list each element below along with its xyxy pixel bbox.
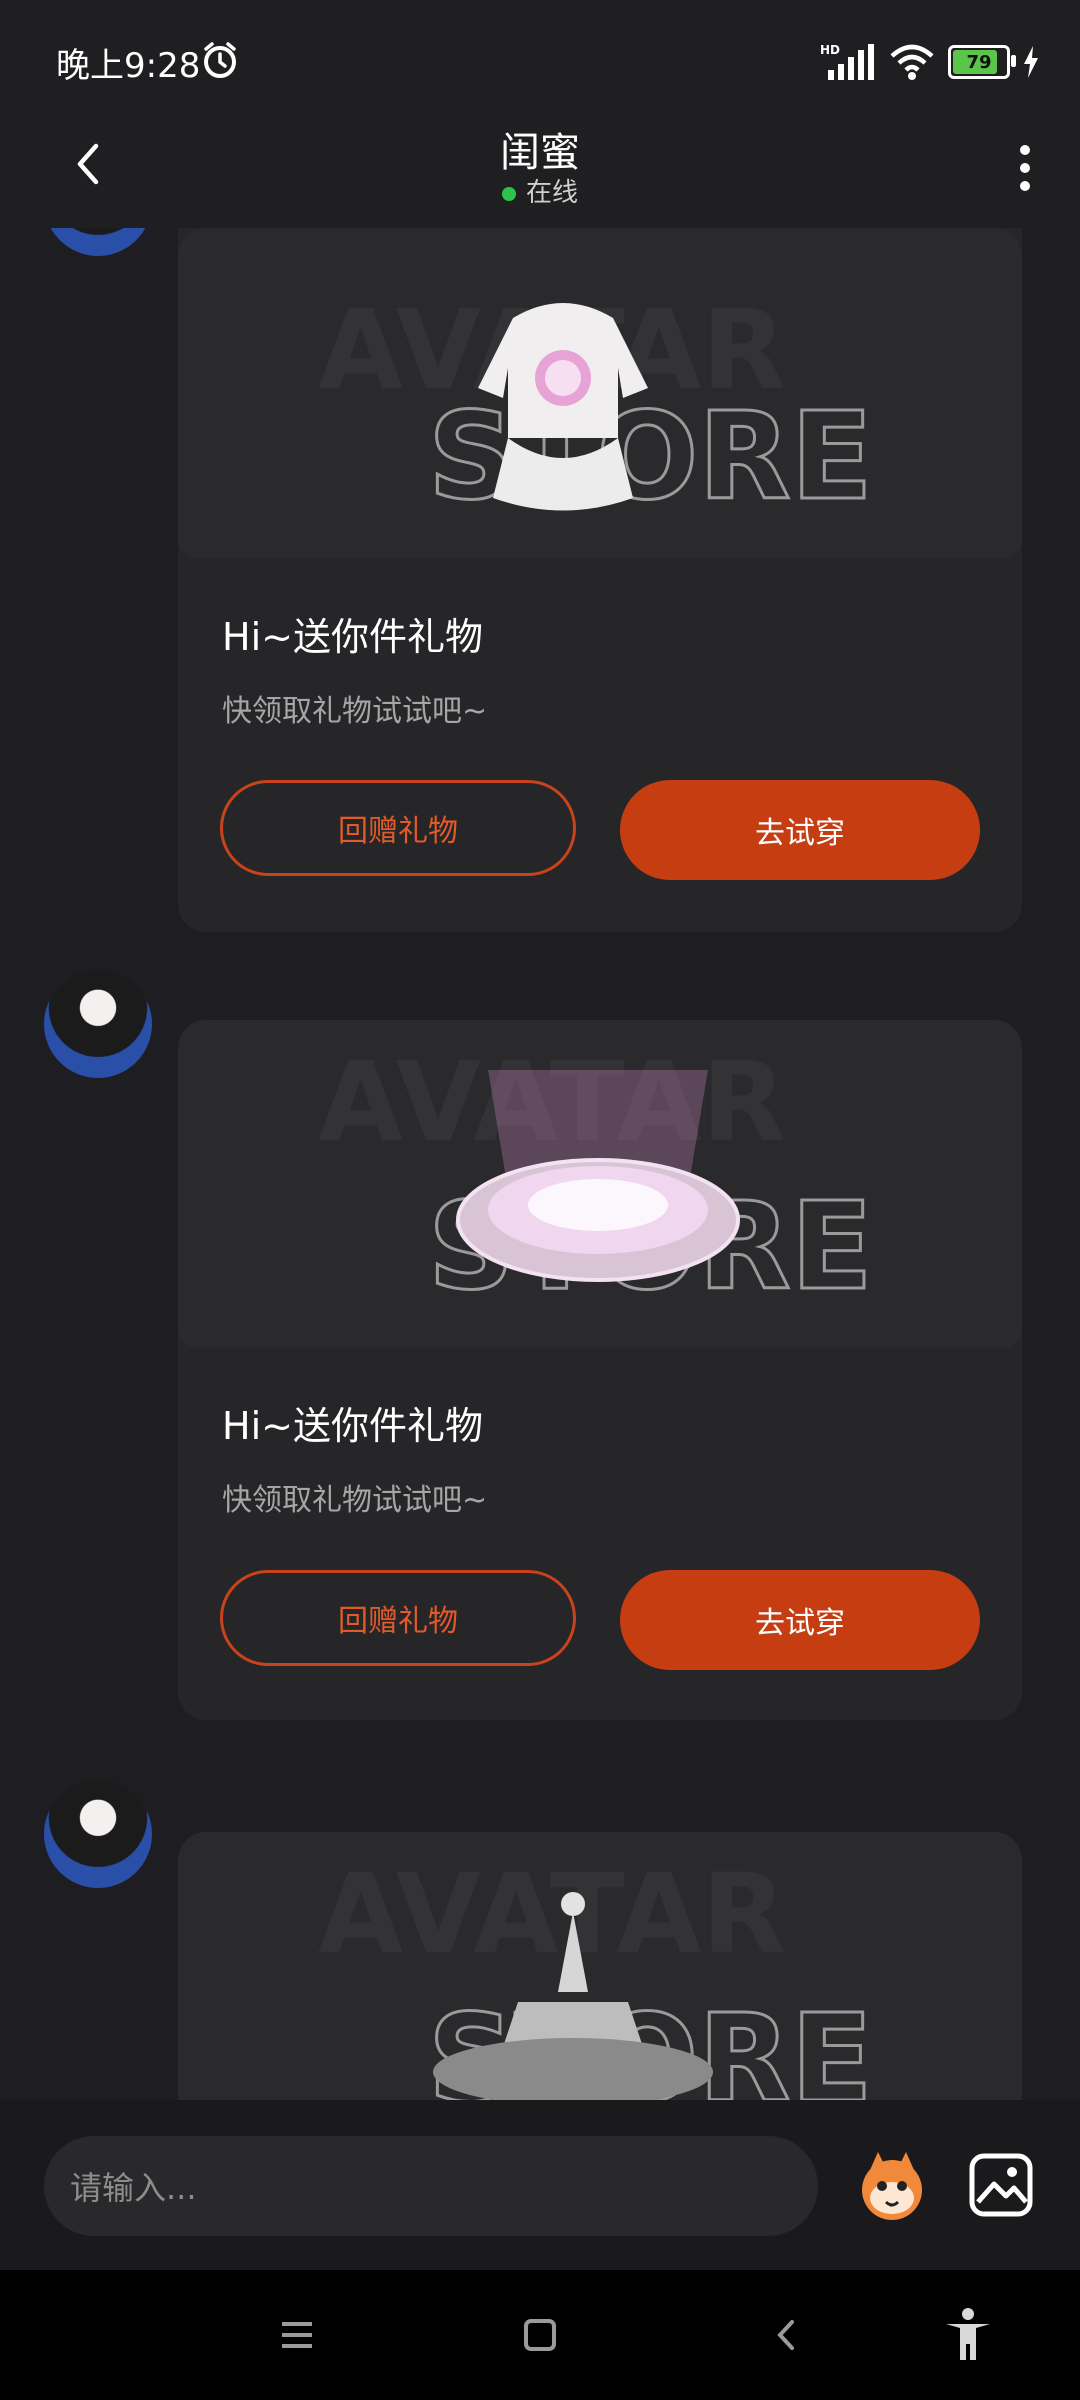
gift-message-card: AVATAR STORE Hi~送你件礼物 快领取礼物试试吧~ 回赠礼物 去试穿 [178, 228, 1022, 932]
gift-back-button[interactable]: 回赠礼物 [220, 1570, 576, 1666]
sender-avatar[interactable] [44, 970, 152, 1078]
gift-message-subtitle: 快领取礼物试试吧~ [222, 694, 488, 729]
message-input[interactable]: 请输入... [44, 2136, 818, 2236]
svg-text:HD: HD [820, 43, 840, 57]
gift-image: AVATAR STORE [178, 1832, 1022, 2100]
gift-message-subtitle: 快领取礼物试试吧~ [222, 1483, 488, 1518]
gift-message-card: AVATAR STORE [178, 1832, 1022, 2100]
gift-back-button[interactable]: 回赠礼物 [220, 780, 576, 876]
signal-icon: HD [820, 43, 874, 80]
gift-message-title: Hi~送你件礼物 [222, 1404, 483, 1448]
sender-avatar[interactable] [44, 228, 152, 256]
chat-message-list[interactable]: AVATAR STORE Hi~送你件礼物 快领取礼物试试吧~ 回赠礼物 去试穿… [0, 228, 1080, 2100]
sender-avatar[interactable] [44, 1780, 152, 1888]
glow-platform-icon [456, 1070, 740, 1282]
online-status-text: 在线 [525, 178, 578, 208]
more-options-icon[interactable] [1010, 138, 1040, 198]
online-dot-icon [501, 186, 516, 201]
mascot-emoji-icon[interactable] [852, 2146, 932, 2226]
battery-indicator: 79 [948, 45, 1016, 79]
online-status: 在线 [0, 172, 1080, 209]
avatar-store-banner: AVATAR STORE [318, 286, 874, 529]
try-on-button[interactable]: 去试穿 [620, 780, 980, 880]
system-navigation-bar [0, 2270, 1080, 2400]
try-on-button[interactable]: 去试穿 [620, 1570, 980, 1670]
status-time: 晚上9:28 [56, 46, 201, 86]
gift-message-card: AVATAR STORE Hi~送你件礼物 快领取礼物试试吧~ 回赠礼物 去试穿 [178, 1020, 1022, 1720]
alarm-icon [204, 42, 236, 78]
accessibility-icon[interactable] [940, 2306, 996, 2362]
status-bar: 晚上9:28 HD 79 [0, 0, 1080, 120]
menu-icon[interactable] [272, 2310, 322, 2360]
message-input-placeholder: 请输入... [70, 2169, 197, 2207]
contact-name: 闺蜜 [500, 130, 580, 176]
back-nav-icon[interactable] [762, 2310, 812, 2360]
svg-text:AVATAR: AVATAR [318, 1850, 786, 1978]
home-icon[interactable] [515, 2310, 565, 2360]
battery-percent: 79 [966, 51, 992, 73]
gift-image: AVATAR STORE [178, 1020, 1022, 1348]
charging-icon [1024, 46, 1038, 78]
svg-text:STORE: STORE [428, 388, 873, 527]
message-input-bar: 请输入... [0, 2100, 1080, 2270]
chat-header: 闺蜜 在线 [0, 120, 1080, 228]
gift-message-title: Hi~送你件礼物 [222, 615, 483, 659]
image-picker-icon[interactable] [968, 2152, 1034, 2218]
avatar-store-banner: AVATAR STORE [318, 1038, 874, 1319]
avatar-store-banner: AVATAR STORE [318, 1850, 874, 2100]
gift-image: AVATAR STORE [178, 228, 1022, 558]
wifi-icon [890, 44, 934, 80]
status-icons: HD 79 [820, 40, 1040, 84]
